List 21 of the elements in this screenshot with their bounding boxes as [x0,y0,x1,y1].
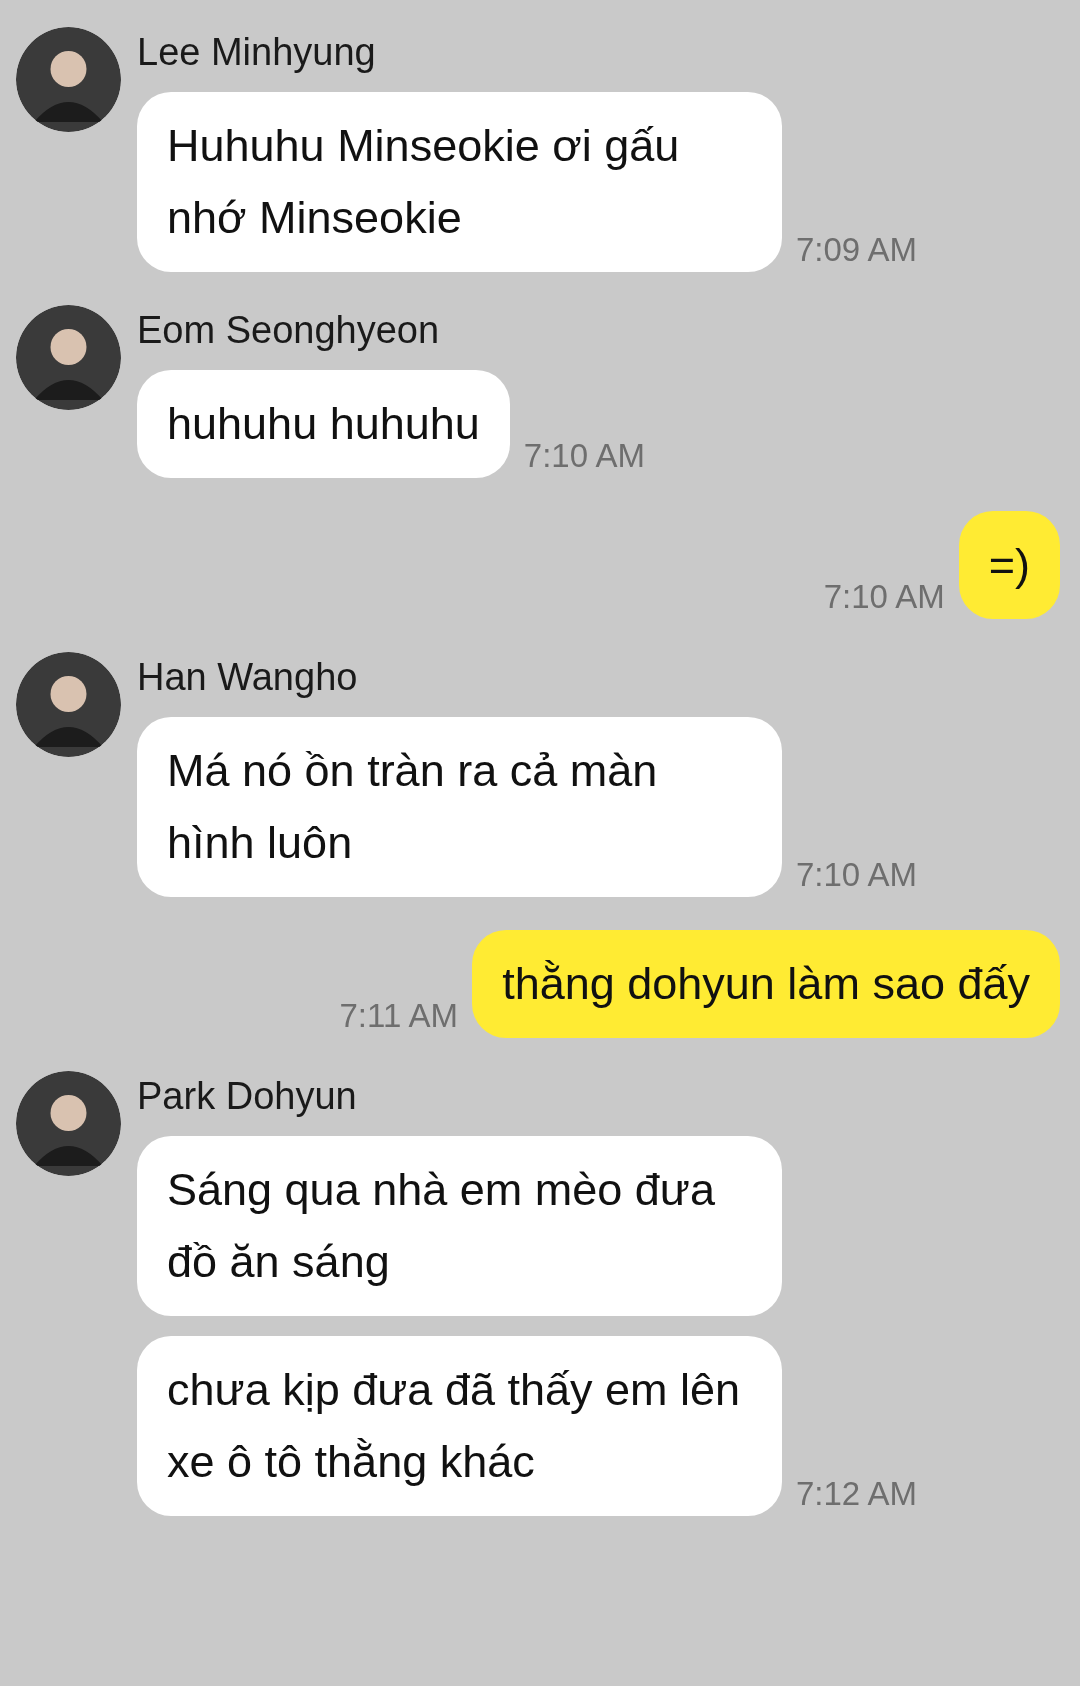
sender-name: Park Dohyun [137,1074,358,1119]
message-bubble: thằng dohyun làm sao đấy [472,930,1060,1038]
message-time: 7:09 AM [796,233,918,270]
message-time: 7:10 AM [523,439,645,476]
message-bubble: Sáng qua nhà em mèo đưa đồ ăn sáng [137,1136,782,1316]
sender-name: Han Wangho [137,655,359,700]
message-time: 7:12 AM [796,1477,918,1514]
message-time: 7:10 AM [823,580,945,617]
message-bubble: Huhuhu Minseokie ơi gấu nhớ Minseokie [137,92,782,272]
message-bubble: =) [958,511,1060,619]
avatar-icon[interactable] [16,1071,121,1176]
message-bubble: huhuhu huhuhu [137,370,510,478]
message-time: 7:11 AM [339,999,459,1036]
message-bubble: Má nó ồn tràn ra cả màn hình luôn [137,717,782,897]
message-time: 7:10 AM [796,858,918,895]
sender-name: Eom Seonghyeon [137,308,441,353]
sender-name: Lee Minhyung [137,30,377,75]
avatar-icon[interactable] [16,305,121,410]
message-bubble: chưa kịp đưa đã thấy em lên xe ô tô thằng khác [137,1336,782,1516]
avatar-icon[interactable] [16,27,121,132]
avatar-icon[interactable] [16,652,121,757]
